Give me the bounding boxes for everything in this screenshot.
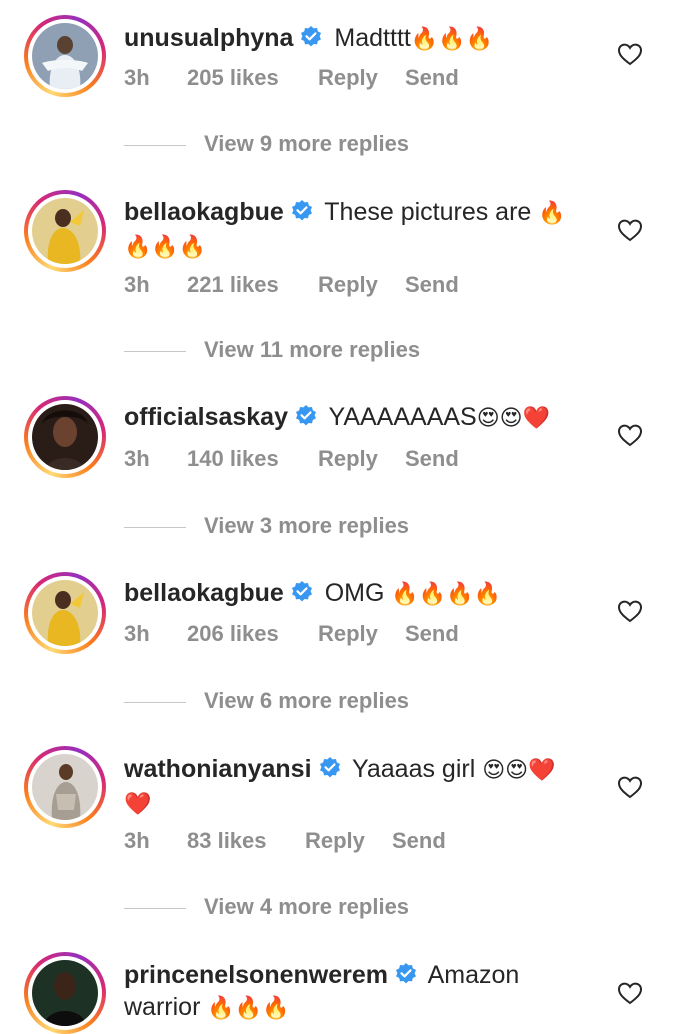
comment-text: unusualphyna Madtttt🔥🔥🔥: [124, 22, 594, 56]
view-more-replies[interactable]: View 9 more replies: [124, 131, 409, 157]
send-button[interactable]: Send: [405, 621, 459, 647]
username[interactable]: bellaokagbue: [124, 579, 284, 607]
divider: [124, 701, 186, 703]
username[interactable]: princenelsonenwerem: [124, 961, 388, 989]
comment-text: bellaokagbue These pictures are 🔥 🔥🔥🔥: [124, 196, 594, 264]
heart-outline-icon[interactable]: [617, 981, 643, 1005]
reply-button[interactable]: Reply: [318, 446, 405, 472]
comment-text: wathonianyansi Yaaaas girl 😍😍❤️ ❤️: [124, 753, 594, 821]
heart-outline-icon[interactable]: [617, 599, 643, 623]
fire-emoji: 🔥: [538, 201, 566, 226]
view-more-replies[interactable]: View 11 more replies: [124, 337, 420, 363]
reply-button[interactable]: Reply: [305, 828, 392, 854]
reply-button[interactable]: Reply: [318, 272, 405, 298]
comment-text: officialsaskay YAAAAAAAS😍😍❤️: [124, 401, 594, 435]
comment-body-continued: warrior: [124, 993, 201, 1021]
view-replies-label[interactable]: View 11 more replies: [204, 337, 420, 362]
timestamp: 3h: [124, 621, 150, 646]
view-more-replies[interactable]: View 3 more replies: [124, 513, 409, 539]
username[interactable]: unusualphyna: [124, 24, 293, 52]
verified-badge-icon: [395, 963, 416, 984]
likes-count[interactable]: 221 likes: [187, 272, 318, 298]
send-button[interactable]: Send: [405, 272, 459, 298]
timestamp: 3h: [124, 828, 150, 853]
heart-outline-icon[interactable]: [617, 423, 643, 447]
reply-button[interactable]: Reply: [318, 65, 405, 91]
comment-body: YAAAAAAAS: [328, 403, 477, 431]
comment-meta: 3h 140 likes Reply Send: [124, 446, 459, 472]
verified-badge-icon: [319, 757, 340, 778]
likes-count[interactable]: 140 likes: [187, 446, 318, 472]
comment-body: OMG: [324, 579, 385, 607]
avatar[interactable]: [24, 15, 106, 97]
avatar[interactable]: [24, 396, 106, 478]
heart-outline-icon[interactable]: [617, 218, 643, 242]
reply-button[interactable]: Reply: [318, 621, 405, 647]
username[interactable]: officialsaskay: [124, 403, 288, 431]
heart-outline-icon[interactable]: [617, 42, 643, 66]
comment-text: princenelsonenwerem Amazon warrior 🔥🔥🔥: [124, 959, 594, 1025]
comment-meta: 3h 206 likes Reply Send: [124, 621, 459, 647]
avatar[interactable]: [24, 190, 106, 272]
view-replies-label[interactable]: View 3 more replies: [204, 513, 409, 538]
fire-emoji: 🔥🔥🔥: [124, 235, 207, 260]
likes-count[interactable]: 205 likes: [187, 65, 318, 91]
heart-eyes-emoji: 😍😍❤️: [476, 406, 550, 431]
divider: [124, 907, 186, 909]
verified-badge-icon: [296, 405, 316, 426]
timestamp: 3h: [124, 446, 150, 471]
timestamp: 3h: [124, 272, 150, 297]
send-button[interactable]: Send: [392, 828, 446, 854]
view-more-replies[interactable]: View 6 more replies: [124, 688, 409, 714]
verified-badge-icon: [301, 26, 322, 47]
comment-meta: 3h 221 likes Reply Send: [124, 272, 459, 298]
comment-body: Amazon: [427, 961, 520, 989]
comment-body: These pictures are: [324, 198, 532, 226]
verified-badge-icon: [291, 581, 312, 602]
view-replies-label[interactable]: View 4 more replies: [204, 894, 409, 919]
view-replies-label[interactable]: View 6 more replies: [204, 688, 409, 713]
send-button[interactable]: Send: [405, 446, 459, 472]
avatar[interactable]: [24, 746, 106, 828]
fire-emoji: 🔥🔥🔥: [207, 996, 290, 1021]
verified-badge-icon: [291, 200, 312, 221]
comment-body: Madtttt: [334, 24, 411, 52]
comment-meta: 3h 205 likes Reply Send: [124, 65, 459, 91]
view-more-replies[interactable]: View 4 more replies: [124, 894, 409, 920]
likes-count[interactable]: 206 likes: [187, 621, 318, 647]
heart-outline-icon[interactable]: [617, 775, 643, 799]
divider: [124, 144, 186, 146]
heart-eyes-emoji: 😍😍❤️: [482, 758, 556, 783]
avatar[interactable]: [24, 572, 106, 654]
red-heart-emoji: ❤️: [124, 792, 152, 817]
comment-body: Yaaaas girl: [352, 755, 476, 783]
avatar[interactable]: [24, 952, 106, 1034]
fire-emoji: 🔥🔥🔥: [410, 27, 494, 52]
view-replies-label[interactable]: View 9 more replies: [204, 131, 409, 156]
divider: [124, 526, 186, 528]
likes-count[interactable]: 83 likes: [187, 828, 305, 854]
send-button[interactable]: Send: [405, 65, 459, 91]
divider: [124, 350, 186, 352]
fire-emoji: 🔥🔥🔥🔥: [391, 582, 501, 607]
comment-meta: 3h 83 likes Reply Send: [124, 828, 446, 854]
username[interactable]: wathonianyansi: [124, 755, 312, 783]
username[interactable]: bellaokagbue: [124, 198, 284, 226]
timestamp: 3h: [124, 65, 150, 90]
comment-text: bellaokagbue OMG 🔥🔥🔥🔥: [124, 577, 594, 611]
